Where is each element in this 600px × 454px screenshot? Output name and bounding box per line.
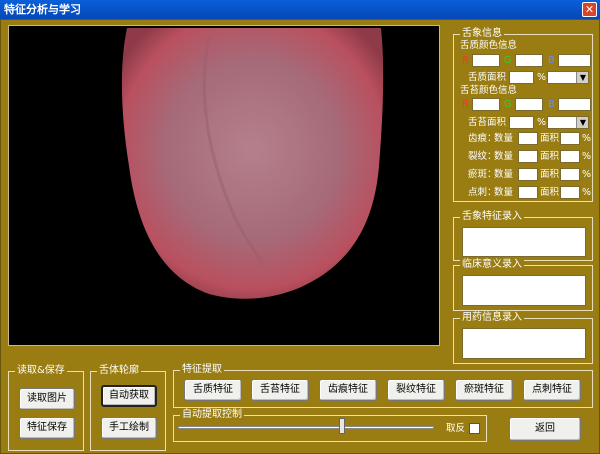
tooth-mark-feature-button[interactable]: 齿痕特征 bbox=[319, 379, 377, 401]
body-color-heading: 舌质颜色信息 bbox=[460, 40, 518, 51]
tooth-mark-area-input[interactable] bbox=[560, 132, 580, 145]
tongue-image-panel bbox=[8, 25, 440, 346]
prickle-count-input[interactable] bbox=[518, 186, 538, 199]
tooth-mark-count-label: 数量 bbox=[494, 133, 514, 144]
feature-input-group: 舌象特征录入 bbox=[453, 211, 593, 261]
medication-input-textarea[interactable] bbox=[462, 328, 586, 359]
clinical-input-legend: 临床意义录入 bbox=[460, 259, 524, 271]
crack-count-label: 数量 bbox=[494, 151, 514, 162]
threshold-slider-handle[interactable] bbox=[338, 418, 345, 434]
tooth-mark-percent: % bbox=[582, 133, 592, 144]
coating-area-input[interactable] bbox=[509, 116, 534, 129]
body-feature-button[interactable]: 舌质特征 bbox=[184, 379, 242, 401]
prickle-area-input[interactable] bbox=[560, 186, 580, 199]
coating-area-percent: % bbox=[537, 117, 547, 128]
coating-r-input[interactable] bbox=[472, 98, 500, 111]
prickle-percent: % bbox=[582, 187, 592, 198]
clinical-input-group: 临床意义录入 bbox=[453, 259, 593, 311]
contour-group: 舌体轮廓 自动获取 手工绘制 bbox=[90, 365, 166, 451]
ecchymosis-label: 瘀斑： bbox=[468, 169, 497, 180]
prickle-area-label: 面积 bbox=[540, 187, 560, 198]
body-area-input[interactable] bbox=[509, 71, 534, 84]
feature-input-legend: 舌象特征录入 bbox=[460, 211, 524, 223]
tongue-info-legend: 舌象信息 bbox=[460, 28, 504, 40]
close-button[interactable]: ✕ bbox=[582, 2, 597, 17]
threshold-slider-track[interactable] bbox=[178, 426, 434, 429]
crack-count-input[interactable] bbox=[518, 150, 538, 163]
tooth-mark-label: 齿痕： bbox=[468, 133, 497, 144]
chevron-down-icon: ▼ bbox=[579, 118, 586, 127]
prickle-count-label: 数量 bbox=[494, 187, 514, 198]
body-r-input[interactable] bbox=[472, 54, 500, 67]
coating-area-label: 舌苔面积 bbox=[468, 117, 507, 128]
body-r-label: R bbox=[462, 55, 469, 66]
ecchymosis-area-label: 面积 bbox=[540, 169, 560, 180]
read-image-button[interactable]: 读取图片 bbox=[19, 388, 75, 410]
auto-control-legend: 自动提取控制 bbox=[180, 409, 244, 421]
title-bar: 特征分析与学习 ✕ bbox=[0, 0, 600, 19]
extract-legend: 特征提取 bbox=[180, 364, 224, 376]
body-area-percent: % bbox=[537, 72, 547, 83]
prickle-label: 点刺： bbox=[468, 187, 497, 198]
invert-checkbox[interactable] bbox=[469, 423, 480, 434]
coating-g-label: G bbox=[504, 99, 512, 110]
coating-feature-button[interactable]: 舌苔特征 bbox=[251, 379, 309, 401]
body-area-label: 舌质面积 bbox=[468, 72, 507, 83]
ecchymosis-count-label: 数量 bbox=[494, 169, 514, 180]
body-g-label: G bbox=[504, 55, 512, 66]
invert-label: 取反 bbox=[446, 423, 466, 434]
auto-control-group: 自动提取控制 取反 bbox=[173, 409, 487, 442]
medication-input-group: 用药信息录入 bbox=[453, 312, 593, 364]
ecchymosis-feature-button[interactable]: 瘀斑特征 bbox=[455, 379, 513, 401]
clinical-input-textarea[interactable] bbox=[462, 275, 586, 306]
ecchymosis-count-input[interactable] bbox=[518, 168, 538, 181]
chevron-down-icon: ▼ bbox=[579, 73, 586, 82]
crack-area-label: 面积 bbox=[540, 151, 560, 162]
crack-feature-button[interactable]: 裂纹特征 bbox=[387, 379, 445, 401]
coating-g-input[interactable] bbox=[515, 98, 543, 111]
contour-legend: 舌体轮廓 bbox=[97, 365, 141, 377]
feature-input-textarea[interactable] bbox=[462, 227, 586, 257]
coating-b-label: B bbox=[548, 99, 555, 110]
manual-draw-button[interactable]: 手工绘制 bbox=[101, 417, 157, 439]
crack-percent: % bbox=[582, 151, 592, 162]
coating-b-input[interactable] bbox=[558, 98, 591, 111]
body-g-input[interactable] bbox=[515, 54, 543, 67]
ecchymosis-percent: % bbox=[582, 169, 592, 180]
auto-acquire-button[interactable]: 自动获取 bbox=[101, 385, 157, 407]
coating-color-heading: 舌苔颜色信息 bbox=[460, 85, 518, 96]
body-area-select[interactable]: ▼ bbox=[547, 71, 589, 84]
coating-r-label: R bbox=[462, 99, 469, 110]
coating-area-select[interactable]: ▼ bbox=[547, 116, 589, 129]
tooth-mark-count-input[interactable] bbox=[518, 132, 538, 145]
tongue-image bbox=[121, 28, 384, 299]
tooth-mark-area-label: 面积 bbox=[540, 133, 560, 144]
extract-group: 特征提取 舌质特征 舌苔特征 齿痕特征 裂纹特征 瘀斑特征 点刺特征 bbox=[173, 364, 593, 408]
tongue-info-group: 舌象信息 舌质颜色信息 R G B 舌质面积 % ▼ 舌苔颜色信息 R G B … bbox=[453, 28, 593, 202]
prickle-feature-button[interactable]: 点刺特征 bbox=[523, 379, 581, 401]
read-save-legend: 读取&保存 bbox=[15, 365, 67, 377]
medication-input-legend: 用药信息录入 bbox=[460, 312, 524, 324]
window-title: 特征分析与学习 bbox=[4, 3, 81, 16]
read-save-group: 读取&保存 读取图片 特征保存 bbox=[8, 365, 84, 451]
save-features-button[interactable]: 特征保存 bbox=[19, 417, 75, 439]
tongue-shape bbox=[121, 28, 384, 299]
crack-area-input[interactable] bbox=[560, 150, 580, 163]
close-icon: ✕ bbox=[584, 3, 595, 16]
ecchymosis-area-input[interactable] bbox=[560, 168, 580, 181]
main-window: 舌象信息 舌质颜色信息 R G B 舌质面积 % ▼ 舌苔颜色信息 R G B … bbox=[0, 19, 600, 454]
body-b-label: B bbox=[548, 55, 555, 66]
body-b-input[interactable] bbox=[558, 54, 591, 67]
crack-label: 裂纹： bbox=[468, 151, 497, 162]
return-button[interactable]: 返回 bbox=[509, 417, 581, 441]
